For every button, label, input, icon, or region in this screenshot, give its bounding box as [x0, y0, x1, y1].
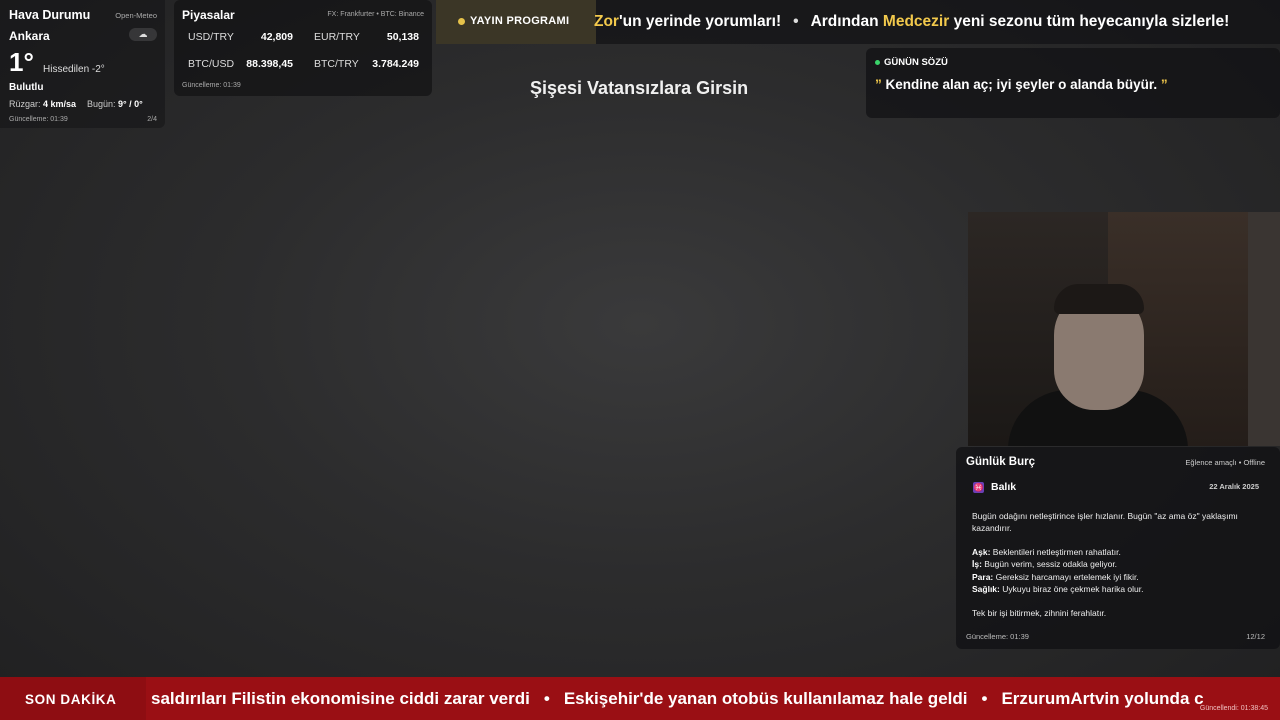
weather-widget: Hava Durumu Open-Meteo Ankara ☁ 1° Hisse…: [0, 0, 165, 128]
horoscope-health: Sağlık: Uykuyu biraz öne çekmek harika o…: [972, 583, 1144, 594]
weather-today: Bugün: 9° / 0°: [87, 99, 143, 109]
markets-updated: Güncelleme: 01:39: [182, 82, 241, 89]
markets-source: FX: Frankfurter • BTC: Binance: [327, 11, 424, 18]
horoscope-tip: Tek bir işi bitirmek, zihnini ferahlatır…: [972, 608, 1107, 619]
program-dot-icon: [458, 18, 465, 25]
weather-source: Open-Meteo: [115, 11, 157, 20]
horoscope-money: Para: Gereksiz harcamayı ertelemek iyi f…: [972, 571, 1139, 582]
quote-text: ” Kendine alan aç; iyi şeyler o alanda b…: [875, 77, 1168, 92]
horoscope-body: Bugün odağını netleştirince işler hızlan…: [972, 510, 1262, 619]
market-label-usdtry: USD/TRY: [188, 31, 234, 43]
weather-temperature: 1°: [9, 47, 34, 77]
horoscope-page-indicator: 12/12: [1246, 632, 1265, 641]
program-ticker: YAYIN PROGRAMI Zor'un yerinde yorumları!…: [436, 0, 1280, 44]
program-tag: YAYIN PROGRAMI: [436, 0, 596, 44]
markets-title: Piyasalar: [182, 8, 235, 22]
horoscope-updated: Güncelleme: 01:39: [966, 632, 1029, 641]
weather-updated: Güncelleme: 01:39: [9, 116, 68, 123]
horoscope-sign: Balık: [991, 481, 1017, 493]
market-value-eurtry: 50,138: [386, 31, 419, 43]
horoscope-title: Günlük Burç: [966, 456, 1036, 468]
market-value-btctry: 3.784.249: [372, 58, 419, 70]
program-label: YAYIN PROGRAMI: [470, 15, 570, 27]
weather-city: Ankara: [9, 29, 50, 43]
market-label-eurtry: EUR/TRY: [314, 31, 360, 43]
breaking-news-updated: Güncellendi: 01:38:45: [1199, 705, 1268, 712]
webcam-feed: [968, 212, 1280, 446]
live-dot-icon: [875, 59, 880, 65]
breaking-news-text: saldırıları Filistin ekonomisine ciddi z…: [151, 689, 1204, 708]
breaking-news-tag: SON DAKİKA: [0, 677, 146, 720]
quote-label: GÜNÜN SÖZÜ: [875, 57, 948, 68]
program-ticker-text: Zor'un yerinde yorumları! • Ardından Medce…: [594, 13, 1230, 30]
horoscope-work: İş: Bugün verim, sessiz odakla geliyor.: [972, 559, 1118, 570]
cloud-icon: ☁: [129, 28, 157, 41]
weather-wind: Rüzgar: 4 km/sa: [9, 99, 77, 109]
horoscope-intro: Bugün odağını netleştirince işler hızlan…: [972, 511, 1238, 533]
breaking-news-label: SON DAKİKA: [25, 692, 117, 707]
weather-title: Hava Durumu: [9, 8, 91, 22]
market-value-btcusd: 88.398,45: [246, 58, 293, 70]
markets-widget: Piyasalar FX: Frankfurter • BTC: Binance…: [174, 0, 432, 96]
horoscope-love: Aşk: Beklentileri netleştirmen rahatlatı…: [972, 547, 1121, 557]
horoscope-date: 22 Aralık 2025: [1209, 482, 1259, 491]
horoscope-widget: Günlük Burç Eğlence amaçlı • Offline ♓ B…: [956, 447, 1280, 649]
quote-widget: GÜNÜN SÖZÜ ” Kendine alan aç; iyi şeyler…: [866, 48, 1280, 118]
weather-feels-like: Hissedilen -2°: [43, 64, 105, 75]
pisces-icon: ♓: [973, 482, 984, 493]
horoscope-mode: Eğlence amaçlı • Offline: [1185, 458, 1265, 467]
song-title: Şişesi Vatansızlara Girsin: [530, 78, 749, 98]
breaking-news-ticker: SON DAKİKA saldırıları Filistin ekonomis…: [0, 677, 1280, 720]
weather-page-indicator: 2/4: [147, 116, 157, 123]
weather-condition: Bulutlu: [9, 82, 44, 93]
market-label-btctry: BTC/TRY: [314, 58, 359, 70]
market-label-btcusd: BTC/USD: [188, 58, 235, 70]
market-value-usdtry: 42,809: [260, 31, 293, 43]
